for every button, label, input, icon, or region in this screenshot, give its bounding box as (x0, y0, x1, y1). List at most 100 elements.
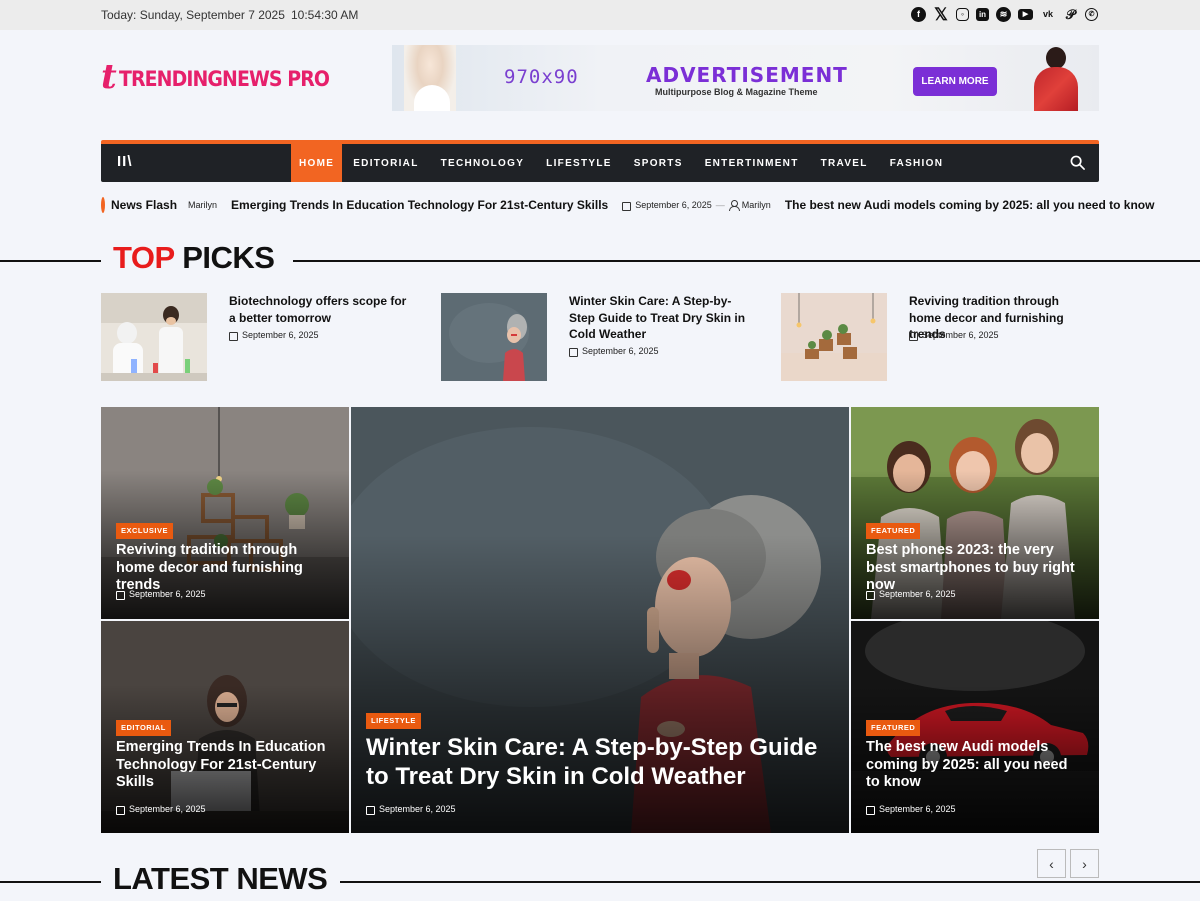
pick-thumbnail-decor[interactable] (781, 293, 887, 381)
title-rule-left (0, 881, 101, 883)
social-links: f 𝕏 ◦ in ≋ ▶ vk 𝒫 ✆ (911, 6, 1098, 23)
card-date-text: September 6, 2025 (129, 804, 206, 814)
category-badge[interactable]: EDITORIAL (116, 720, 171, 736)
card-date: September 6, 2025 (116, 589, 206, 600)
ticker-headline[interactable]: Emerging Trends In Education Technology … (231, 198, 608, 212)
nav-item-fashion[interactable]: FASHION (879, 144, 955, 182)
category-badge[interactable]: LIFESTYLE (366, 713, 421, 729)
ad-dimension: 970x90 (504, 66, 579, 88)
ticker-author[interactable]: Marilyn (188, 200, 217, 210)
featured-card-main[interactable]: LIFESTYLE Winter Skin Care: A Step-by-St… (351, 407, 849, 833)
logo-text: TRENDINGNEWS PRO (118, 67, 330, 91)
category-badge[interactable]: FEATURED (866, 523, 921, 539)
pick-date: September 6, 2025 (229, 330, 319, 341)
calendar-icon (366, 805, 375, 815)
ad-learn-more-button[interactable]: LEARN MORE (913, 67, 997, 96)
calendar-icon (116, 590, 125, 600)
featured-card[interactable]: FEATURED Best phones 2023: the very best… (851, 407, 1099, 619)
next-arrow-button[interactable]: › (1070, 849, 1099, 878)
news-flash-ticker: News Flash Marilyn Emerging Trends In Ed… (101, 195, 1154, 215)
featured-card[interactable]: EXCLUSIVE Reviving tradition through hom… (101, 407, 349, 619)
calendar-icon (866, 590, 875, 600)
nav-item-home[interactable]: HOME (291, 144, 343, 182)
featured-card[interactable]: EDITORIAL Emerging Trends In Education T… (101, 621, 349, 833)
latest-news-pager: ‹ › (1037, 849, 1099, 878)
calendar-icon (622, 201, 632, 211)
ticker-date-text: September 6, 2025 (635, 200, 712, 210)
top-picks-list: Biotechnology offers scope for a better … (101, 293, 1099, 381)
ticker-separator: — (715, 200, 725, 210)
current-time: 10:54:30 AM (291, 8, 359, 22)
latest-news-header: LATEST NEWS (0, 861, 1200, 901)
top-picks-header: TOP PICKS (0, 240, 1200, 280)
main-navigation: II\ HOME EDITORIAL TECHNOLOGY LIFESTYLE … (101, 140, 1099, 182)
search-icon[interactable] (1070, 155, 1085, 170)
site-logo[interactable]: t TRENDINGNEWS PRO (101, 57, 352, 97)
title-rule-right (340, 881, 1200, 883)
user-icon (728, 200, 740, 211)
nav-item-technology[interactable]: TECHNOLOGY (430, 144, 536, 182)
news-flash-icon (101, 197, 105, 213)
nav-item-travel[interactable]: TRAVEL (810, 144, 879, 182)
pick-title[interactable]: Biotechnology offers scope for a better … (229, 293, 414, 326)
card-date: September 6, 2025 (866, 804, 956, 815)
featured-card[interactable]: FEATURED The best new Audi models coming… (851, 621, 1099, 833)
top-pick-item[interactable]: Winter Skin Care: A Step-by-Step Guide t… (441, 293, 771, 381)
card-title[interactable]: The best new Audi models coming by 2025:… (866, 739, 1085, 792)
nav-item-lifestyle[interactable]: LIFESTYLE (535, 144, 623, 182)
ad-title: ADVERTISEMENT (646, 63, 848, 87)
latest-news-title: LATEST NEWS (113, 861, 328, 896)
pinterest-icon[interactable]: 𝒫 (1063, 7, 1078, 22)
top-picks-title-red: TOP (113, 240, 175, 275)
x-icon[interactable]: 𝕏 (933, 6, 949, 23)
linkedin-icon[interactable]: in (976, 8, 989, 21)
calendar-icon (866, 805, 875, 815)
youtube-icon[interactable]: ▶ (1018, 9, 1033, 20)
category-badge[interactable]: FEATURED (866, 720, 921, 736)
nav-item-entertinment[interactable]: ENTERTINMENT (694, 144, 810, 182)
current-date: Today: Sunday, September 7 2025 (101, 8, 285, 22)
card-date: September 6, 2025 (366, 804, 456, 815)
pick-thumbnail-skincare[interactable] (441, 293, 547, 381)
top-pick-item[interactable]: Reviving tradition through home decor an… (781, 293, 1111, 381)
card-title[interactable]: Best phones 2023: the very best smartpho… (866, 542, 1085, 595)
instagram-icon[interactable]: ◦ (956, 8, 969, 21)
title-rule-left (0, 260, 101, 262)
facebook-icon[interactable]: f (911, 7, 926, 22)
pick-thumbnail-lab[interactable] (101, 293, 207, 381)
spotify-icon[interactable]: ≋ (996, 7, 1011, 22)
ad-subtitle: Multipurpose Blog & Magazine Theme (655, 87, 818, 97)
card-title[interactable]: Winter Skin Care: A Step-by-Step Guide t… (366, 733, 839, 791)
card-date-text: September 6, 2025 (129, 589, 206, 599)
advertisement-banner[interactable]: 970x90 ADVERTISEMENT Multipurpose Blog &… (392, 45, 1099, 111)
nav-item-editorial[interactable]: EDITORIAL (342, 144, 429, 182)
ticker-date: September 6, 2025 (622, 200, 712, 211)
card-title[interactable]: Emerging Trends In Education Technology … (116, 739, 335, 792)
top-pick-item[interactable]: Biotechnology offers scope for a better … (101, 293, 431, 381)
ticker-headline-2[interactable]: The best new Audi models coming by 2025:… (785, 198, 1155, 212)
pick-date: September 6, 2025 (569, 346, 659, 357)
ad-model-image-left (404, 45, 456, 111)
card-date-text: September 6, 2025 (379, 804, 456, 814)
vk-icon[interactable]: vk (1040, 7, 1056, 22)
category-badge[interactable]: EXCLUSIVE (116, 523, 174, 539)
logo-mark: t (101, 57, 117, 97)
menu-icon[interactable]: II\ (117, 153, 133, 170)
card-date: September 6, 2025 (866, 589, 956, 600)
nav-item-sports[interactable]: SPORTS (623, 144, 694, 182)
prev-arrow-button[interactable]: ‹ (1037, 849, 1066, 878)
top-picks-title-rest: PICKS (174, 240, 275, 275)
card-date-text: September 6, 2025 (879, 589, 956, 599)
top-bar: Today: Sunday, September 7 2025 10:54:30… (0, 0, 1200, 30)
pick-date-text: September 6, 2025 (582, 346, 659, 356)
pick-title[interactable]: Winter Skin Care: A Step-by-Step Guide t… (569, 293, 754, 343)
whatsapp-icon[interactable]: ✆ (1085, 8, 1098, 21)
pick-date-text: September 6, 2025 (242, 330, 319, 340)
calendar-icon (116, 805, 125, 815)
card-title[interactable]: Reviving tradition through home decor an… (116, 542, 335, 595)
ticker-author-2-text: Marilyn (741, 200, 771, 210)
featured-grid: EXCLUSIVE Reviving tradition through hom… (101, 407, 1099, 833)
nav-menu: HOME EDITORIAL TECHNOLOGY LIFESTYLE SPOR… (291, 144, 954, 182)
ticker-author-2[interactable]: Marilyn (728, 200, 771, 211)
news-flash-label: News Flash (111, 198, 178, 212)
